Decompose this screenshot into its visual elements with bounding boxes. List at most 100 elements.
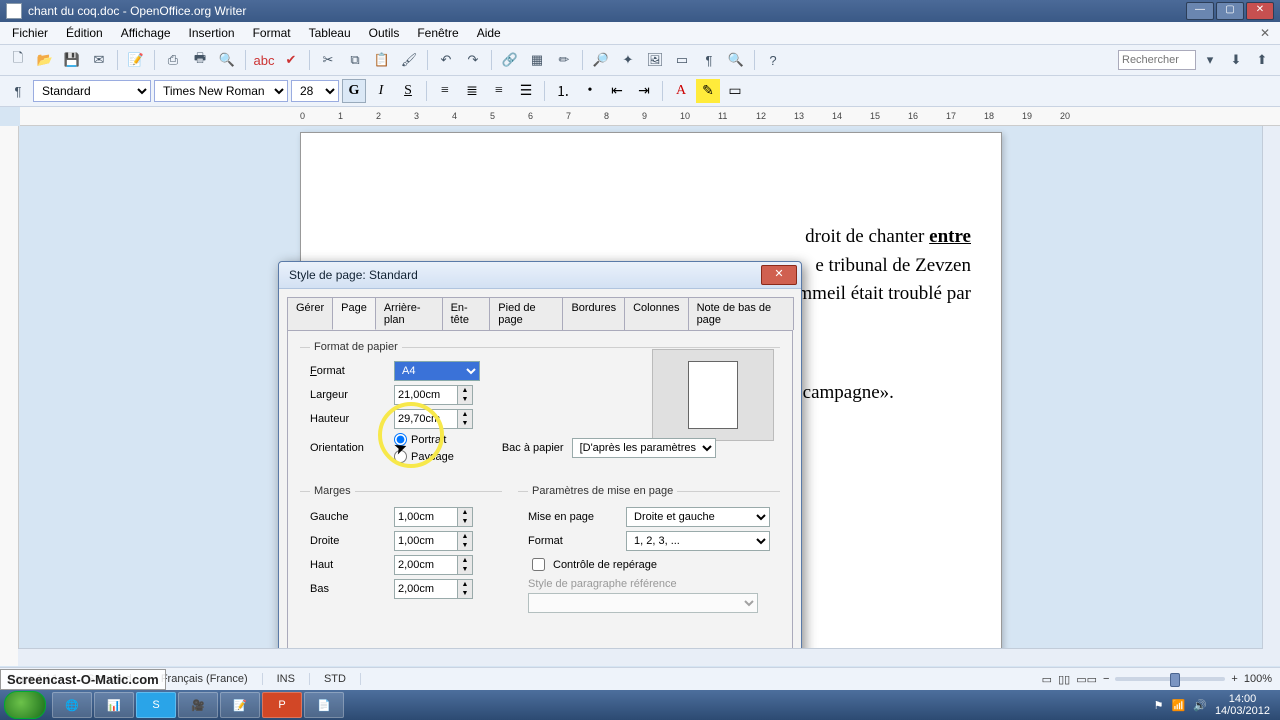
- tab-page[interactable]: Page: [332, 297, 376, 330]
- bold-button[interactable]: G: [342, 79, 366, 103]
- menu-format[interactable]: Format: [245, 24, 299, 42]
- tray-volume-icon[interactable]: 🔊: [1193, 699, 1207, 712]
- horizontal-scrollbar[interactable]: [18, 648, 1263, 666]
- find-next-button[interactable]: ⬇: [1224, 48, 1248, 72]
- menu-window[interactable]: Fenêtre: [409, 24, 466, 42]
- tab-header[interactable]: En-tête: [442, 297, 491, 330]
- cut-button[interactable]: ✂: [316, 48, 340, 72]
- spellcheck-button[interactable]: abc: [252, 48, 276, 72]
- menu-edit[interactable]: Édition: [58, 24, 111, 42]
- zoom-in-button[interactable]: +: [1231, 673, 1237, 685]
- align-justify-button[interactable]: ☰: [514, 79, 538, 103]
- width-spinner[interactable]: ▲▼: [394, 385, 473, 405]
- format-paintbrush-button[interactable]: 🖌: [397, 48, 421, 72]
- numbered-list-button[interactable]: ⒈: [551, 79, 575, 103]
- paper-format-combo[interactable]: A4: [394, 361, 480, 381]
- bulleted-list-button[interactable]: •: [578, 79, 602, 103]
- navigator-button[interactable]: ✦: [616, 48, 640, 72]
- document-close-button[interactable]: ✕: [1254, 26, 1276, 40]
- vertical-scrollbar[interactable]: [1262, 126, 1280, 666]
- tab-footnote[interactable]: Note de bas de page: [688, 297, 794, 330]
- align-left-button[interactable]: ≡: [433, 79, 457, 103]
- vertical-ruler[interactable]: [0, 126, 19, 666]
- edit-file-button[interactable]: 📝: [124, 48, 148, 72]
- email-button[interactable]: ✉: [87, 48, 111, 72]
- paper-tray-combo[interactable]: [D'après les paramètres de l': [572, 438, 716, 458]
- decrease-indent-button[interactable]: ⇤: [605, 79, 629, 103]
- view-multi-page-icon[interactable]: ▯▯: [1058, 673, 1070, 686]
- height-spinner[interactable]: ▲▼: [394, 409, 473, 429]
- status-language[interactable]: Français (France): [161, 673, 263, 685]
- zoom-value[interactable]: 100%: [1244, 673, 1272, 685]
- margin-right-spinner[interactable]: ▲▼: [394, 531, 473, 551]
- find-replace-button[interactable]: 🔎: [589, 48, 613, 72]
- taskbar-app-3[interactable]: S: [136, 692, 176, 718]
- minimize-button[interactable]: —: [1186, 2, 1214, 20]
- zoom-button[interactable]: 🔍: [724, 48, 748, 72]
- datasources-button[interactable]: ▭: [670, 48, 694, 72]
- taskbar-app-4[interactable]: 🎥: [178, 692, 218, 718]
- auto-spellcheck-button[interactable]: ✔: [279, 48, 303, 72]
- paste-button[interactable]: 📋: [370, 48, 394, 72]
- menu-insert[interactable]: Insertion: [181, 24, 243, 42]
- tray-clock[interactable]: 14:0014/03/2012: [1215, 693, 1270, 717]
- nonprinting-chars-button[interactable]: ¶: [697, 48, 721, 72]
- dialog-close-button[interactable]: ✕: [761, 265, 797, 285]
- print-preview-button[interactable]: 🔍: [215, 48, 239, 72]
- tab-borders[interactable]: Bordures: [562, 297, 625, 330]
- zoom-slider[interactable]: [1115, 677, 1225, 681]
- horizontal-ruler[interactable]: 01234567891011121314151617181920: [20, 107, 1280, 126]
- styles-dialog-button[interactable]: ¶: [6, 79, 30, 103]
- tab-footer[interactable]: Pied de page: [489, 297, 563, 330]
- increase-indent-button[interactable]: ⇥: [632, 79, 656, 103]
- page-layout-combo[interactable]: Droite et gauche: [626, 507, 770, 527]
- save-button[interactable]: 💾: [60, 48, 84, 72]
- number-format-combo[interactable]: 1, 2, 3, ...: [626, 531, 770, 551]
- register-true-checkbox[interactable]: Contrôle de repérage: [528, 555, 770, 574]
- font-size-combo[interactable]: 28: [291, 80, 339, 102]
- taskbar-app-7[interactable]: 📄: [304, 692, 344, 718]
- open-button[interactable]: 📂: [33, 48, 57, 72]
- status-selection-mode[interactable]: STD: [324, 673, 361, 685]
- tab-columns[interactable]: Colonnes: [624, 297, 688, 330]
- status-insert-mode[interactable]: INS: [277, 673, 310, 685]
- highlight-color-button[interactable]: ✎: [696, 79, 720, 103]
- taskbar-app-2[interactable]: 📊: [94, 692, 134, 718]
- margin-top-spinner[interactable]: ▲▼: [394, 555, 473, 575]
- menu-file[interactable]: Fichier: [4, 24, 56, 42]
- align-center-button[interactable]: ≣: [460, 79, 484, 103]
- close-window-button[interactable]: ✕: [1246, 2, 1274, 20]
- dialog-titlebar[interactable]: Style de page: Standard ✕: [279, 262, 801, 289]
- hyperlink-button[interactable]: 🔗: [498, 48, 522, 72]
- view-single-page-icon[interactable]: ▭: [1042, 673, 1052, 686]
- view-book-icon[interactable]: ▭▭: [1076, 673, 1097, 686]
- system-tray[interactable]: ⚑ 📶 🔊 14:0014/03/2012: [1154, 693, 1276, 717]
- show-draw-button[interactable]: ✏: [552, 48, 576, 72]
- gallery-button[interactable]: 🖼: [643, 48, 667, 72]
- paragraph-style-combo[interactable]: Standard: [33, 80, 151, 102]
- redo-button[interactable]: ↷: [461, 48, 485, 72]
- table-button[interactable]: ▦: [525, 48, 549, 72]
- margin-bottom-spinner[interactable]: ▲▼: [394, 579, 473, 599]
- orientation-landscape-radio[interactable]: Paysage: [394, 450, 454, 463]
- undo-button[interactable]: ↶: [434, 48, 458, 72]
- orientation-portrait-radio[interactable]: Portrait: [394, 433, 454, 446]
- search-input[interactable]: [1118, 50, 1196, 70]
- print-button[interactable]: 🖶: [188, 48, 212, 72]
- underline-button[interactable]: S: [396, 79, 420, 103]
- menu-tools[interactable]: Outils: [361, 24, 408, 42]
- tray-network-icon[interactable]: 📶: [1172, 699, 1186, 712]
- tab-background[interactable]: Arrière-plan: [375, 297, 443, 330]
- font-color-button[interactable]: A: [669, 79, 693, 103]
- margin-left-spinner[interactable]: ▲▼: [394, 507, 473, 527]
- new-doc-button[interactable]: 🗋: [6, 48, 30, 72]
- taskbar-app-5[interactable]: 📝: [220, 692, 260, 718]
- font-name-combo[interactable]: Times New Roman: [154, 80, 288, 102]
- italic-button[interactable]: I: [369, 79, 393, 103]
- help-button[interactable]: ?: [761, 48, 785, 72]
- align-right-button[interactable]: ≡: [487, 79, 511, 103]
- taskbar-app-1[interactable]: 🌐: [52, 692, 92, 718]
- maximize-button[interactable]: ▢: [1216, 2, 1244, 20]
- copy-button[interactable]: ⧉: [343, 48, 367, 72]
- search-dropdown-button[interactable]: ▾: [1198, 48, 1222, 72]
